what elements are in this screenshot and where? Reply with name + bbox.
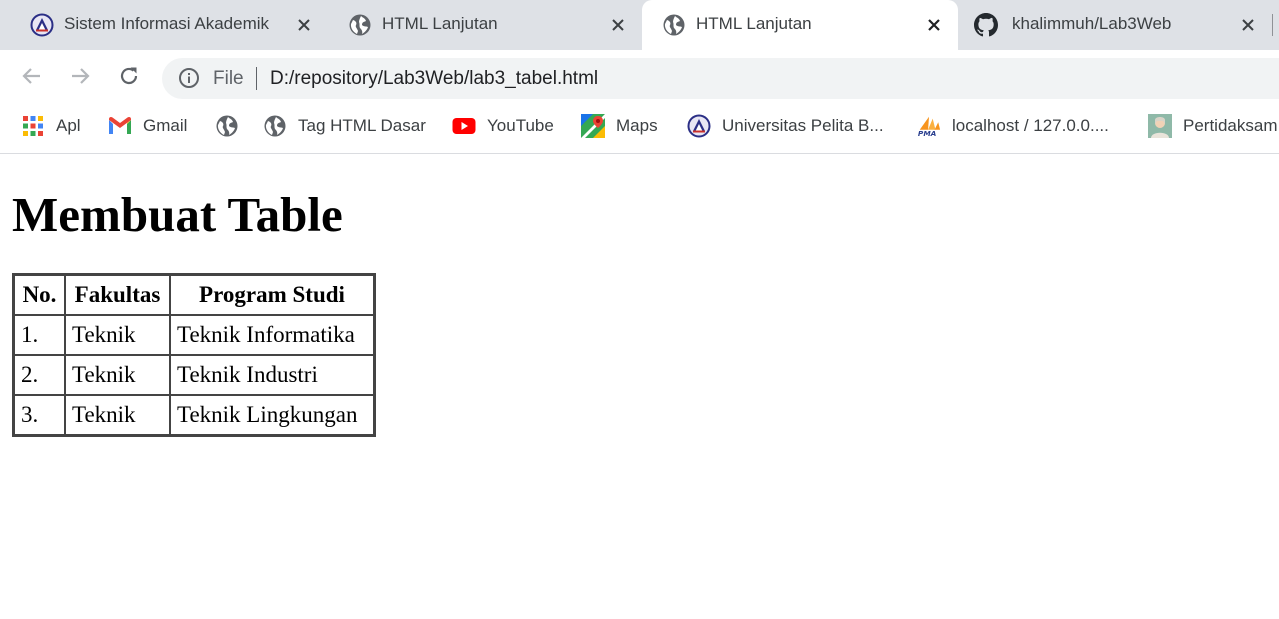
bookmark-label: Pertidaksam xyxy=(1183,116,1278,135)
tab-html-lanjutan-1[interactable]: HTML Lanjutan xyxy=(328,0,642,50)
bookmark-label: YouTube xyxy=(487,116,554,135)
tab-title: khalimmuh/Lab3Web xyxy=(1012,14,1172,33)
forward-arrow-icon[interactable] xyxy=(67,63,93,89)
bookmark-apps[interactable]: Apl xyxy=(21,114,81,138)
tab-sistem-informasi[interactable]: Sistem Informasi Akademik xyxy=(10,0,328,50)
reload-icon[interactable] xyxy=(116,63,142,89)
back-arrow-icon[interactable] xyxy=(19,63,45,89)
bookmarks-bar: Apl Gmail Tag HTML Dasar YouTube Maps Un… xyxy=(0,102,1279,154)
tab-html-lanjutan-active[interactable]: HTML Lanjutan xyxy=(642,0,958,50)
table-cell: Teknik xyxy=(65,395,170,435)
tab-title: HTML Lanjutan xyxy=(382,14,498,33)
close-tab-icon[interactable] xyxy=(1236,13,1260,37)
bookmark-pertidaksamaan[interactable]: Pertidaksam xyxy=(1148,114,1277,138)
globe-icon xyxy=(263,114,287,138)
info-icon[interactable] xyxy=(178,67,200,89)
table-cell: 1. xyxy=(14,315,65,355)
close-tab-icon[interactable] xyxy=(292,13,316,37)
column-header-no: No. xyxy=(14,275,65,315)
close-tab-icon[interactable] xyxy=(922,13,946,37)
table-row: 1. Teknik Teknik Informatika xyxy=(14,315,374,355)
bookmark-label: Universitas Pelita B... xyxy=(722,116,884,135)
table-cell: Teknik xyxy=(65,315,170,355)
page-content: Membuat Table No. Fakultas Program Studi… xyxy=(0,154,1279,619)
bookmark-globe[interactable] xyxy=(215,114,239,138)
table-cell: 2. xyxy=(14,355,65,395)
table-cell: Teknik xyxy=(65,355,170,395)
table-cell: Teknik Lingkungan xyxy=(170,395,374,435)
bookmark-youtube[interactable]: YouTube xyxy=(452,114,554,138)
bookmark-maps[interactable]: Maps xyxy=(581,114,658,138)
bookmark-localhost[interactable]: PMA localhost / 127.0.0.... xyxy=(917,114,1109,138)
table-header-row: No. Fakultas Program Studi xyxy=(14,275,374,315)
data-table: No. Fakultas Program Studi 1. Teknik Tek… xyxy=(12,273,376,437)
tab-github-lab3web[interactable]: khalimmuh/Lab3Web xyxy=(958,0,1272,50)
gmail-icon xyxy=(108,114,132,138)
phpmyadmin-icon: PMA xyxy=(917,114,941,138)
tab-title: Sistem Informasi Akademik xyxy=(64,14,270,33)
globe-icon xyxy=(662,13,686,37)
bookmark-label: Maps xyxy=(616,116,658,135)
university-logo-icon xyxy=(687,114,711,138)
page-heading: Membuat Table xyxy=(12,187,343,242)
university-logo-icon xyxy=(30,13,54,37)
tab-divider xyxy=(1272,14,1273,36)
tab-strip: Sistem Informasi Akademik HTML Lanjutan … xyxy=(0,0,1279,50)
column-header-program-studi: Program Studi xyxy=(170,275,374,315)
person-thumbnail-icon xyxy=(1148,114,1172,138)
address-bar[interactable]: File D:/repository/Lab3Web/lab3_tabel.ht… xyxy=(162,58,1279,99)
tab-title: HTML Lanjutan xyxy=(696,14,812,33)
github-icon xyxy=(974,13,998,37)
globe-icon xyxy=(215,114,239,138)
globe-icon xyxy=(348,13,372,37)
omnibox-divider xyxy=(256,67,257,90)
bookmark-tag-html-dasar[interactable]: Tag HTML Dasar xyxy=(263,114,426,138)
svg-text:PMA: PMA xyxy=(918,129,937,138)
bookmark-universitas-pelita[interactable]: Universitas Pelita B... xyxy=(687,114,884,138)
bookmark-gmail[interactable]: Gmail xyxy=(108,114,187,138)
table-row: 2. Teknik Teknik Industri xyxy=(14,355,374,395)
table-cell: 3. xyxy=(14,395,65,435)
bookmark-label: Tag HTML Dasar xyxy=(298,116,426,135)
apps-grid-icon xyxy=(21,114,45,138)
url-text[interactable]: D:/repository/Lab3Web/lab3_tabel.html xyxy=(270,68,598,90)
column-header-fakultas: Fakultas xyxy=(65,275,170,315)
browser-toolbar: File D:/repository/Lab3Web/lab3_tabel.ht… xyxy=(0,50,1279,102)
close-tab-icon[interactable] xyxy=(606,13,630,37)
table-row: 3. Teknik Teknik Lingkungan xyxy=(14,395,374,435)
maps-icon xyxy=(581,114,605,138)
table-cell: Teknik Informatika xyxy=(170,315,374,355)
bookmark-label: localhost / 127.0.0.... xyxy=(952,116,1109,135)
bookmark-label: Gmail xyxy=(143,116,188,135)
scheme-label: File xyxy=(213,68,244,89)
table-cell: Teknik Industri xyxy=(170,355,374,395)
youtube-icon xyxy=(452,114,476,138)
bookmark-label: Apl xyxy=(56,116,81,135)
